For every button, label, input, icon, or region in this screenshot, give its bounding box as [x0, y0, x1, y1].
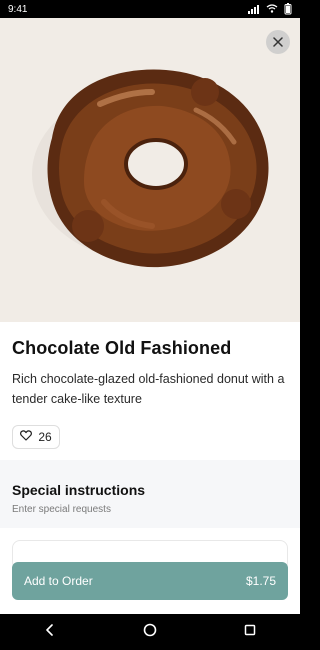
donut-image [0, 18, 300, 322]
product-image [0, 18, 300, 322]
product-title: Chocolate Old Fashioned [12, 338, 232, 358]
product-description: Rich chocolate-glazed old-fashioned donu… [12, 372, 285, 406]
special-instructions-title: Special instructions [12, 482, 146, 498]
home-button[interactable] [135, 617, 165, 647]
battery-icon [284, 3, 292, 15]
screen: 9:41 Chocolate Old Fashioned Rich chocol… [0, 0, 300, 650]
status-icons [248, 3, 292, 15]
special-instructions-section: Special instructions Enter special reque… [0, 460, 300, 528]
order-price: $1.75 [245, 574, 276, 588]
wifi-icon [266, 4, 278, 14]
like-count: 26 [38, 430, 52, 444]
recents-button[interactable] [235, 617, 265, 647]
status-bar: 9:41 [0, 0, 300, 18]
like-button[interactable]: 26 [12, 425, 60, 449]
back-button[interactable] [35, 617, 65, 647]
product-details: Chocolate Old Fashioned Rich chocolate-g… [0, 322, 300, 449]
status-time: 9:41 [8, 3, 28, 15]
special-instructions-placeholder: Enter special requests [12, 504, 111, 515]
signal-icon [248, 4, 260, 14]
recents-icon [244, 623, 256, 641]
back-icon [45, 623, 55, 641]
close-button[interactable] [266, 30, 290, 54]
system-navigation-bar [0, 614, 300, 650]
home-icon [143, 623, 157, 642]
add-to-order-label: Add to Order [24, 574, 93, 588]
close-icon [273, 37, 283, 47]
heart-icon [20, 430, 33, 444]
add-to-order-button[interactable]: Add to Order $1.75 [12, 562, 288, 600]
